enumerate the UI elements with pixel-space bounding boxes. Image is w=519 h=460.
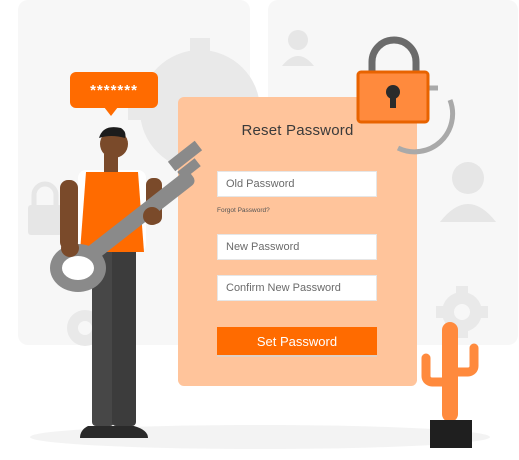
cactus-pot bbox=[430, 420, 472, 448]
person-with-key-illustration bbox=[50, 127, 203, 438]
padlock-icon bbox=[356, 36, 430, 124]
speech-bubble-tail bbox=[104, 107, 118, 116]
shoe-icon bbox=[80, 426, 148, 438]
person-hand bbox=[143, 207, 161, 225]
user-icon bbox=[440, 162, 496, 222]
cactus-icon bbox=[421, 322, 479, 448]
user-icon bbox=[282, 30, 314, 66]
password-speech-bubble: ******* bbox=[70, 72, 158, 108]
padlock-refresh-illustration bbox=[356, 36, 456, 155]
person-hand bbox=[61, 239, 79, 257]
